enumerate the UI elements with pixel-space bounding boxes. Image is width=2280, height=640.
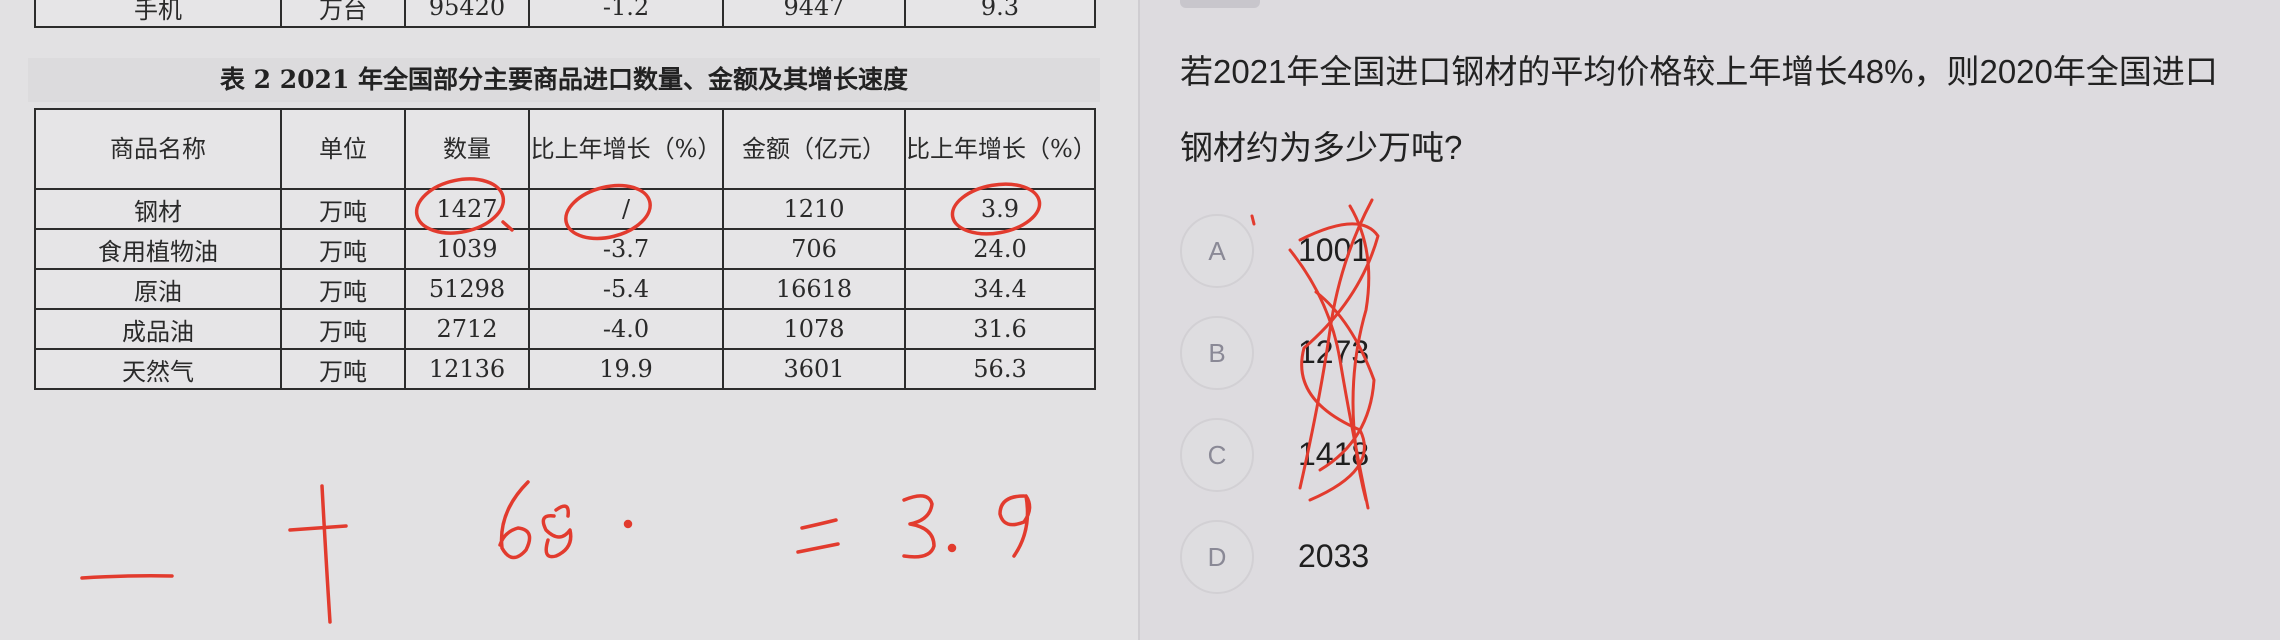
scribble-stroke	[1348, 204, 1371, 502]
crossout-scribble	[1250, 198, 1380, 510]
scribble-stroke	[1250, 214, 1256, 226]
